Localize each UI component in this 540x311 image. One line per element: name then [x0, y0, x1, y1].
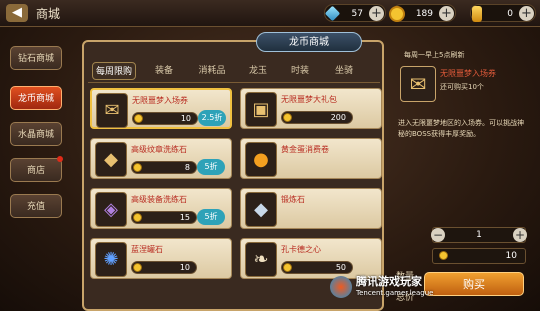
price-value: 8 — [184, 163, 190, 172]
shop-item-card[interactable]: ◈ 高级装备洗练石 15 5折 — [90, 188, 232, 229]
feather-icon: ❧ — [245, 242, 277, 277]
add-coin-button[interactable]: + — [439, 6, 454, 21]
add-diamond-button[interactable]: + — [369, 6, 384, 21]
gold-balance: 0 + — [470, 4, 536, 22]
coin-value: 189 — [415, 9, 433, 19]
item-name: 孔卡德之心 — [281, 245, 321, 254]
shop-item-card[interactable]: ▣ 无限噩梦大礼包 200 — [240, 88, 382, 129]
watermark-url: Tencent.gamer.league — [356, 289, 434, 297]
sidebar-item-store[interactable]: 商店 — [10, 156, 63, 182]
purchase-limit: 还可购买10个 — [440, 83, 484, 91]
item-description: 进入无限噩梦地区的入场券。可以挑战神秘的BOSS获得丰厚奖励。 — [398, 119, 524, 138]
quantity-stepper[interactable]: − 1 + — [431, 227, 527, 243]
quantity-value: 1 — [476, 230, 482, 240]
gold-value: 0 — [507, 9, 513, 19]
coin-icon — [439, 251, 448, 260]
sidebar-item-label: 商店 — [26, 166, 45, 176]
coin-balance: 189 + — [389, 4, 456, 22]
shop-item-card[interactable]: ✺ 蓝涅罐石 10 — [90, 238, 232, 279]
ticket-icon: ✉ — [96, 93, 128, 128]
item-name: 蓝涅罐石 — [131, 245, 163, 254]
tab-divider — [88, 82, 380, 83]
diamond-value: 57 — [351, 9, 363, 19]
total-value: 10 — [505, 251, 517, 261]
shop-title: 龙币商城 — [256, 32, 362, 52]
add-gold-button[interactable]: + — [519, 6, 534, 21]
coin-icon — [283, 113, 292, 122]
coin-icon — [283, 263, 292, 272]
diamond-balance: 57 + — [324, 4, 386, 22]
price-value: 15 — [179, 213, 190, 222]
coin-icon — [133, 213, 142, 222]
item-price: 10 — [132, 112, 198, 125]
price-value: 10 — [180, 114, 191, 123]
shop-item-card[interactable]: ✉ 无限噩梦入场券 10 2.5折 — [90, 88, 232, 129]
coin-icon — [389, 6, 405, 22]
diamond-icon — [324, 5, 341, 22]
notification-badge — [57, 156, 63, 162]
stone-icon: ◈ — [95, 192, 127, 227]
discount-badge: 5折 — [197, 159, 225, 175]
item-name: 高级装备洗练石 — [131, 195, 187, 204]
item-price: 8 — [131, 161, 197, 174]
sidebar-item-crystal-shop[interactable]: 水晶商城 — [10, 122, 62, 146]
price-value: 200 — [330, 113, 346, 122]
shop-item-card[interactable]: ● 黄金蛋消费卷 — [240, 138, 382, 179]
gold-icon — [472, 6, 482, 22]
ore-icon: ◆ — [245, 192, 277, 227]
coin-icon — [133, 263, 142, 272]
golden-egg-icon: ● — [245, 142, 277, 177]
item-name: 高级纹章洗练石 — [131, 145, 187, 154]
item-name: 无限噩梦入场券 — [132, 96, 188, 105]
price-value: 10 — [179, 263, 190, 272]
watermark: 腾讯游戏玩家 Tencent.gamer.league — [330, 270, 530, 308]
shop-item-card[interactable]: ◆ 锻炼石 — [240, 188, 382, 229]
item-name: 黄金蛋消费卷 — [281, 145, 329, 154]
top-bar: ◀ 商城 57 + 189 + 0 + — [0, 0, 540, 27]
tab-equipment[interactable]: 装备 — [144, 62, 184, 80]
sidebar-item-recharge[interactable]: 充值 — [10, 194, 62, 218]
ticket-icon: ✉ — [400, 66, 436, 102]
chest-icon: ▣ — [245, 92, 277, 127]
detail-item-name: 无限噩梦入场券 — [440, 69, 496, 78]
watermark-text: 腾讯游戏玩家 — [356, 275, 422, 288]
shop-item-card[interactable]: ◆ 高级纹章洗练石 8 5折 — [90, 138, 232, 179]
coin-icon — [133, 163, 142, 172]
item-price: 200 — [281, 111, 353, 124]
total-price: 10 — [432, 248, 526, 264]
tab-fashion[interactable]: 时装 — [280, 62, 320, 80]
watermark-logo-icon — [330, 276, 352, 298]
tab-consumables[interactable]: 消耗品 — [192, 62, 232, 80]
item-name: 锻炼石 — [281, 195, 305, 204]
tab-weekly-limited[interactable]: 每周限购 — [92, 62, 136, 80]
sidebar-item-dragon-coin-shop[interactable]: 龙币商城 — [10, 86, 62, 110]
sidebar-item-diamond-shop[interactable]: 钻石商城 — [10, 46, 62, 70]
crystal-icon: ◆ — [95, 142, 127, 177]
coin-icon — [134, 114, 143, 123]
increase-button[interactable]: + — [513, 228, 527, 242]
refresh-hint: 每周一早上5点刷新 — [404, 51, 465, 59]
gem-icon: ✺ — [95, 242, 127, 277]
back-button[interactable]: ◀ — [6, 4, 28, 22]
discount-badge: 2.5折 — [198, 110, 226, 126]
item-price: 10 — [131, 261, 197, 274]
item-name: 无限噩梦大礼包 — [281, 95, 337, 104]
item-price: 15 — [131, 211, 197, 224]
discount-badge: 5折 — [197, 209, 225, 225]
page-title: 商城 — [36, 7, 61, 21]
tab-dragon-jade[interactable]: 龙玉 — [238, 62, 278, 80]
tab-mount[interactable]: 坐骑 — [324, 62, 364, 80]
